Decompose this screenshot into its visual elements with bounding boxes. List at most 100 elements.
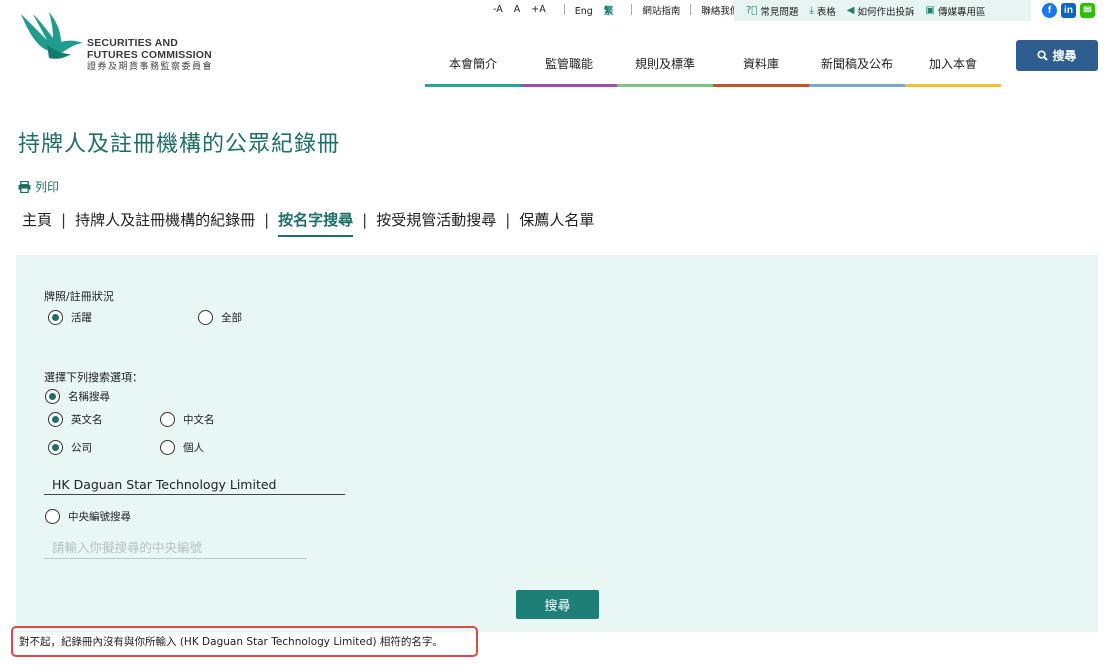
language-switch: Eng 繁 [575, 3, 622, 17]
faq-label: 常見問題 [760, 6, 799, 18]
nav-resources-label: 資料庫 [742, 57, 779, 71]
nav-regulatory-functions[interactable]: 監管職能 [521, 56, 617, 87]
linkedin-icon[interactable]: in [1061, 3, 1076, 18]
name-input[interactable] [44, 474, 345, 495]
company-radio[interactable]: 公司 [48, 440, 92, 455]
utility-bar: -A A +A Eng 繁 網站指南 聯絡我們 [493, 0, 739, 19]
quick-links-bar: ?⃝ 常見問題 ⤓ 表格 ◀ 如何作出投訴 ▣ 傳媒專用區 [734, 0, 1031, 21]
site-search-label: 搜尋 [1052, 49, 1077, 63]
nav-rules-standards-label: 規則及標準 [634, 57, 695, 71]
radio-checked-icon [45, 389, 60, 404]
divider [563, 4, 565, 15]
logo-text: SECURITIES AND FUTURES COMMISSION 證券及期貨事… [87, 37, 213, 72]
name-search-label: 名稱搜尋 [68, 391, 110, 403]
print-label: 列印 [35, 180, 60, 194]
main-nav: 本會簡介 監管職能 規則及標準 資料庫 新聞稿及公布 加入本會 [425, 56, 1001, 87]
tab-separator: | [362, 210, 368, 229]
nav-careers-bar [905, 84, 1001, 87]
download-icon: ⤓ [809, 5, 814, 16]
status-active-label: 活躍 [71, 312, 92, 324]
register-tabs: 主頁 | 持牌人及註冊機構的紀錄冊 | 按名字搜尋 | 按受規管活動搜尋 | 保… [22, 209, 594, 237]
chinese-name-radio[interactable]: 中文名 [160, 412, 215, 427]
tab-home[interactable]: 主頁 [22, 209, 52, 230]
site-search-button[interactable]: 搜尋 [1016, 40, 1098, 71]
name-search-radio[interactable]: 名稱搜尋 [45, 389, 110, 404]
complaints-link[interactable]: ◀ 如何作出投訴 [847, 4, 915, 18]
nav-regulatory-functions-bar [521, 84, 617, 87]
font-decrease-button[interactable]: -A [493, 4, 503, 15]
font-normal-button[interactable]: A [514, 4, 521, 15]
radio-checked-icon [48, 412, 63, 427]
forms-label: 表格 [816, 6, 836, 18]
nav-resources[interactable]: 資料庫 [713, 56, 809, 87]
nav-news-label: 新聞稿及公布 [820, 57, 893, 71]
nav-rules-standards[interactable]: 規則及標準 [617, 56, 713, 87]
tab-search-by-name[interactable]: 按名字搜尋 [278, 209, 354, 237]
search-form-panel: 牌照/註冊狀況 活躍 全部 選擇下列搜索選項： 名稱搜尋 英文名 中文名 公司 … [16, 255, 1098, 632]
error-text: 對不起，紀錄冊內沒有與你所輸入 (HK Daguan Star Technolo… [19, 636, 443, 648]
nav-news[interactable]: 新聞稿及公布 [809, 56, 905, 87]
wechat-icon[interactable]: ✉ [1080, 3, 1095, 18]
eagle-logo-icon [21, 12, 83, 59]
tab-separator: | [61, 210, 67, 229]
company-label: 公司 [71, 442, 92, 454]
font-size-controls: -A A +A [493, 4, 554, 15]
ce-number-search-label: 中央編號搜尋 [68, 511, 131, 523]
nav-news-bar [809, 84, 905, 87]
status-all-radio[interactable]: 全部 [198, 310, 242, 325]
logo-en-line1: SECURITIES AND [87, 37, 179, 49]
radio-unchecked-icon [198, 310, 213, 325]
printer-icon [18, 180, 31, 193]
forms-link[interactable]: ⤓ 表格 [809, 4, 835, 18]
nav-about-label: 本會簡介 [448, 57, 497, 71]
facebook-icon[interactable]: f [1042, 3, 1057, 18]
nav-about[interactable]: 本會簡介 [425, 56, 521, 87]
licence-status-label: 牌照/註冊狀況 [44, 290, 114, 303]
question-circle-icon: ?⃝ [746, 5, 758, 16]
divider [631, 4, 633, 15]
nav-rules-standards-bar [617, 84, 713, 87]
radio-checked-icon [48, 310, 63, 325]
nav-about-bar [425, 84, 521, 87]
lang-english-link[interactable]: Eng [575, 6, 593, 17]
tab-separator: | [264, 210, 270, 229]
search-options-label: 選擇下列搜索選項： [44, 371, 143, 384]
english-name-label: 英文名 [71, 414, 103, 426]
no-match-error-message: 對不起，紀錄冊內沒有與你所輸入 (HK Daguan Star Technolo… [11, 626, 478, 657]
sfc-logo[interactable]: SECURITIES AND FUTURES COMMISSION 證券及期貨事… [17, 10, 213, 72]
radio-unchecked-icon [45, 509, 60, 524]
submit-search-button[interactable]: 搜尋 [516, 590, 599, 619]
status-active-radio[interactable]: 活躍 [48, 310, 92, 325]
tab-sponsors-list[interactable]: 保薦人名單 [519, 209, 594, 230]
individual-label: 個人 [183, 442, 204, 454]
individual-radio[interactable]: 個人 [160, 440, 204, 455]
media-link[interactable]: ▣ 傳媒專用區 [925, 4, 985, 18]
nav-careers[interactable]: 加入本會 [905, 56, 1001, 87]
tab-search-by-activity[interactable]: 按受規管活動搜尋 [376, 209, 496, 230]
radio-checked-icon [48, 440, 63, 455]
complaints-label: 如何作出投訴 [857, 6, 915, 18]
nav-regulatory-functions-label: 監管職能 [544, 57, 593, 71]
media-label: 傳媒專用區 [937, 6, 986, 18]
lang-traditional-chinese-link[interactable]: 繁 [604, 6, 614, 17]
nav-careers-label: 加入本會 [928, 57, 977, 71]
status-all-label: 全部 [221, 312, 242, 324]
ce-number-input[interactable] [44, 537, 307, 559]
sitemap-link[interactable]: 網站指南 [642, 3, 680, 17]
chinese-name-label: 中文名 [183, 414, 215, 426]
print-link[interactable]: 列印 [18, 178, 59, 195]
logo-zh: 證券及期貨事務監察委員會 [87, 61, 214, 71]
megaphone-icon: ◀ [846, 5, 855, 16]
search-icon [1037, 50, 1049, 61]
font-increase-button[interactable]: +A [531, 4, 545, 15]
english-name-radio[interactable]: 英文名 [48, 412, 103, 427]
tab-register[interactable]: 持牌人及註冊機構的紀錄冊 [75, 209, 255, 230]
radio-unchecked-icon [160, 412, 175, 427]
image-icon: ▣ [925, 5, 935, 16]
tab-separator: | [505, 210, 511, 229]
logo-en-line2: FUTURES COMMISSION [87, 49, 212, 61]
page-title: 持牌人及註冊機構的公眾紀錄冊 [18, 132, 341, 157]
faq-link[interactable]: ?⃝ 常見問題 [746, 4, 798, 18]
ce-number-search-radio[interactable]: 中央編號搜尋 [45, 509, 131, 524]
nav-resources-bar [713, 84, 809, 87]
